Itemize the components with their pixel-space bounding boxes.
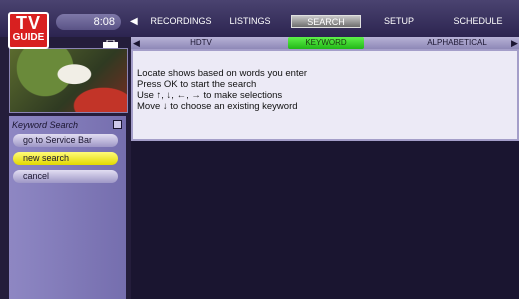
new-search-button[interactable]: new search	[13, 152, 118, 165]
tab-alphabetical[interactable]: ALPHABETICAL	[419, 37, 495, 49]
nav-item-recordings[interactable]: RECORDINGS	[150, 15, 212, 28]
logo-guide-text: GUIDE	[12, 32, 45, 43]
search-tab-bar: ◀ HDTV KEYWORD ALPHABETICAL ▶	[131, 37, 519, 49]
results-area	[131, 141, 519, 299]
keyword-search-panel: Keyword Search go to Service Bar new sea…	[9, 116, 126, 299]
live-tv-preview-image	[9, 48, 128, 113]
go-to-service-bar-button[interactable]: go to Service Bar	[13, 134, 118, 147]
tab-right-arrow-icon[interactable]: ▶	[511, 37, 518, 49]
nav-item-search[interactable]: SEARCH	[291, 15, 361, 28]
instruction-line: Move ↓ to choose an existing keyword	[137, 101, 298, 112]
logo-tv-text: TV	[15, 13, 41, 33]
lock-indicator	[54, 37, 124, 49]
instructions-box: Locate shows based on words you enter Pr…	[131, 49, 519, 141]
nav-item-setup[interactable]: SETUP	[377, 15, 421, 28]
panel-info-icon	[113, 120, 122, 129]
instruction-line: Press OK to start the search	[137, 79, 257, 90]
nav-item-schedule[interactable]: SCHEDULE	[447, 15, 509, 28]
tab-keyword[interactable]: KEYWORD	[288, 37, 364, 49]
tab-hdtv[interactable]: HDTV	[171, 37, 231, 49]
nav-item-listings[interactable]: LISTINGS	[222, 15, 278, 28]
nav-left-arrow-icon[interactable]: ◀	[130, 16, 138, 27]
cancel-button[interactable]: cancel	[13, 170, 118, 183]
tv-guide-logo: TV GUIDE	[8, 12, 49, 49]
tab-left-arrow-icon[interactable]: ◀	[133, 37, 140, 49]
instruction-line: Locate shows based on words you enter	[137, 68, 308, 79]
instruction-line: Use ↑, ↓, ←, → to make selections	[137, 90, 283, 101]
panel-title: Keyword Search	[12, 120, 79, 130]
clock-display: 8:08	[56, 14, 121, 30]
